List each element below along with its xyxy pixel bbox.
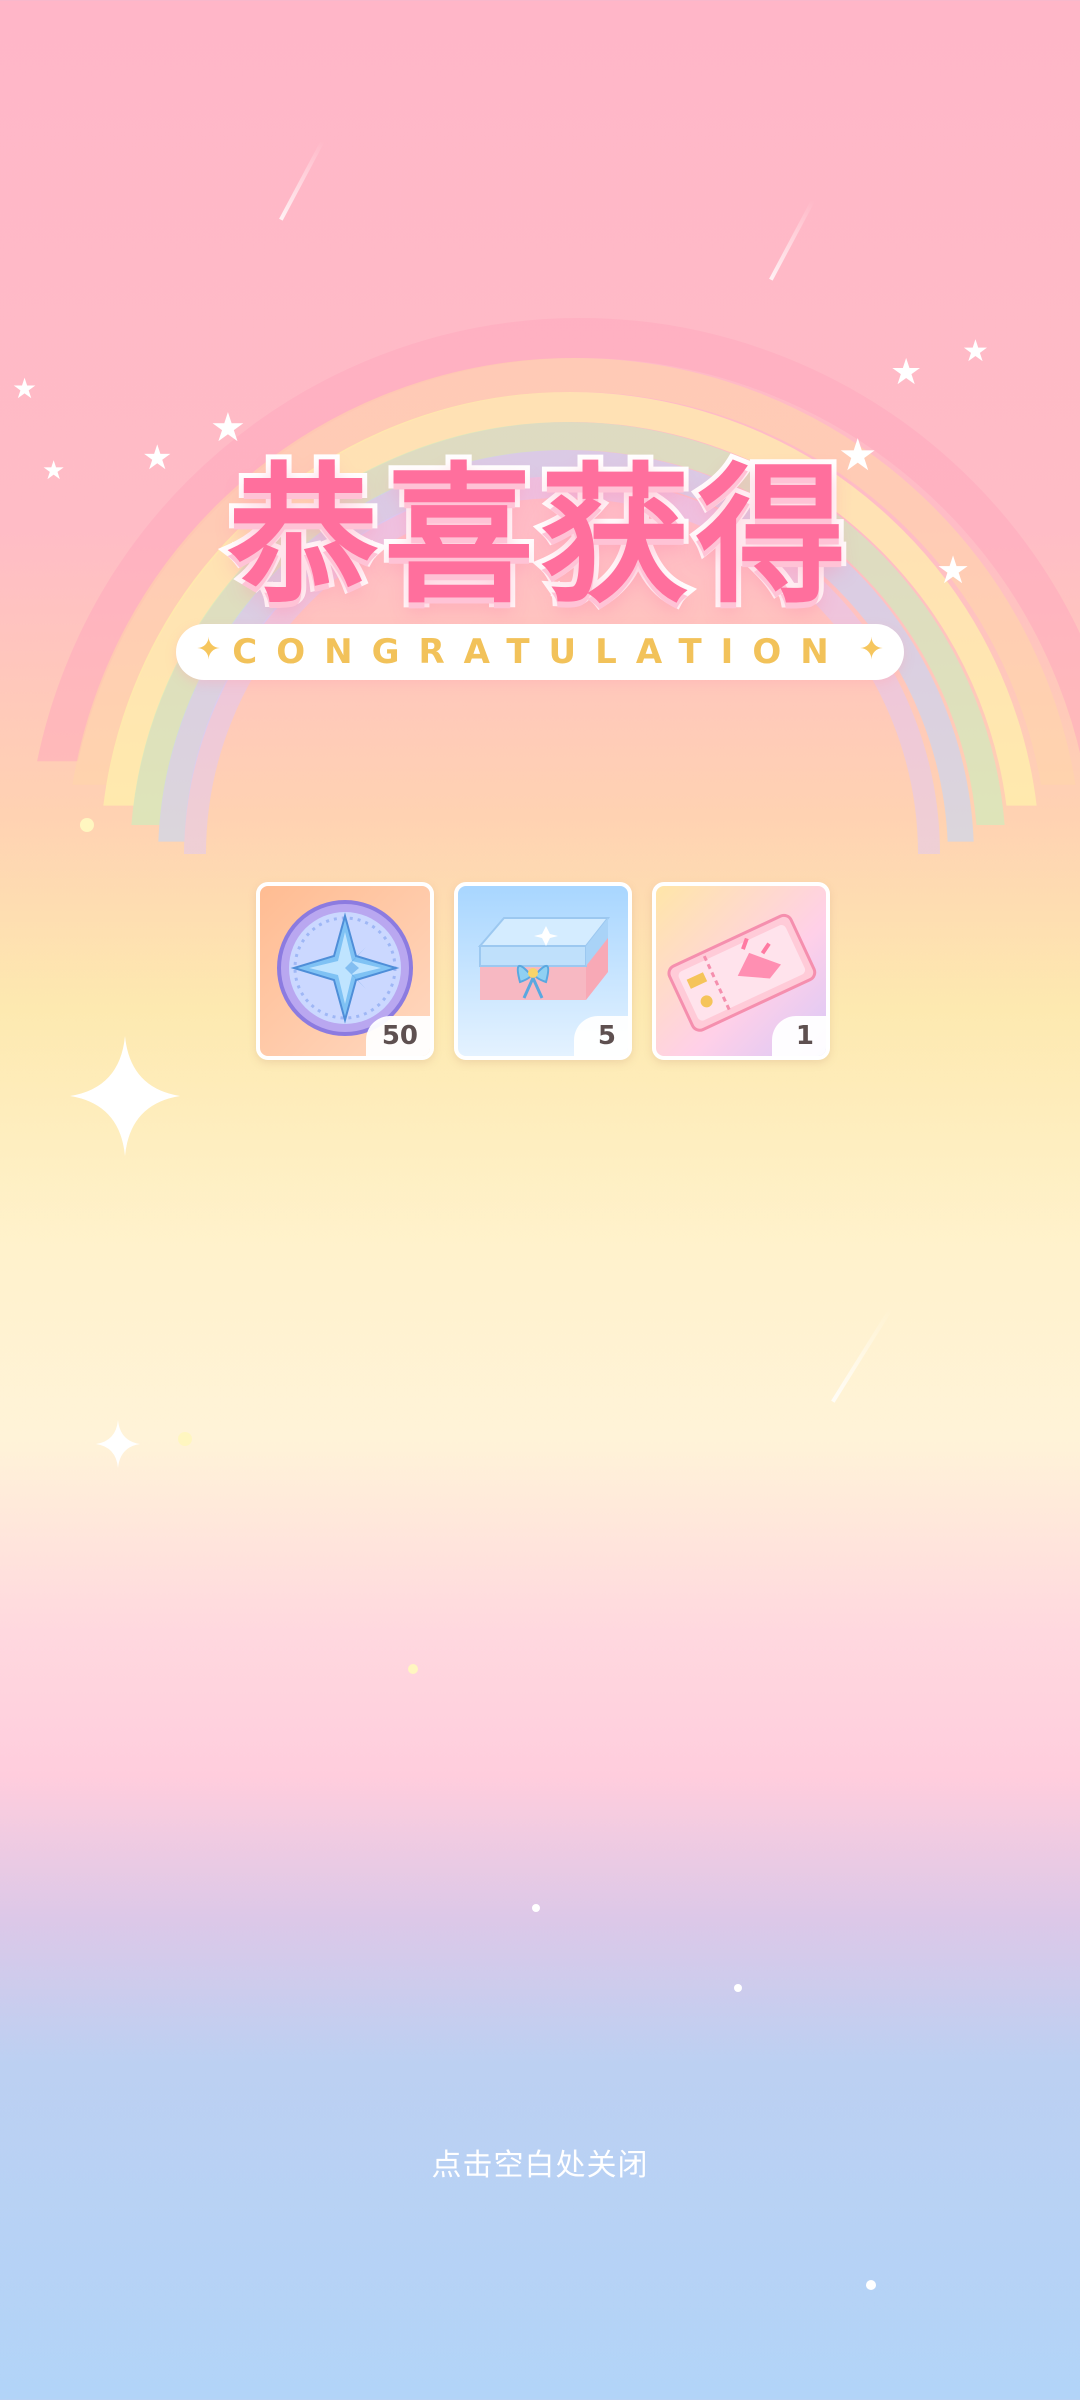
star-icon: ★: [890, 352, 923, 393]
glow-dot: [408, 1664, 418, 1674]
star-icon: ★: [12, 372, 38, 405]
page-title: 恭喜获得: [223, 445, 852, 629]
shooting-star: [831, 1307, 893, 1403]
reward-count: 50: [365, 1016, 430, 1056]
glow-dot: [178, 1432, 192, 1446]
reward-popup[interactable]: { "header": { "title": "恭喜获得", "subtitle…: [0, 0, 1080, 2400]
reward-item-gift-box[interactable]: 5: [454, 882, 632, 1060]
reward-list: 50 5 1: [256, 882, 832, 1060]
subtitle: CONGRATULATION: [232, 632, 848, 672]
glow-dot: [866, 2280, 876, 2290]
title-area: 恭喜获得: [0, 415, 1080, 632]
sparkle-icon: ✦: [196, 632, 222, 667]
glow-dot: [532, 1904, 540, 1912]
shooting-star: [279, 139, 325, 221]
reward-count: 1: [772, 1016, 826, 1056]
sparkle-icon: [70, 1036, 180, 1156]
reward-count: 5: [574, 1016, 628, 1056]
shooting-star: [769, 199, 815, 281]
glow-dot: [80, 818, 94, 832]
sparkle-icon: [96, 1420, 140, 1468]
subtitle-banner: ✦ CONGRATULATION ✦: [176, 624, 904, 680]
star-icon: ★: [962, 334, 989, 369]
close-hint[interactable]: 点击空白处关闭: [0, 2140, 1080, 2184]
reward-item-ticket[interactable]: 1: [652, 882, 830, 1060]
reward-item-compass-medal[interactable]: 50: [256, 882, 434, 1060]
sparkle-decoration: ★ ★ ★ ★ ★ ★ ★ ★: [0, 0, 1080, 2400]
glow-dot: [734, 1984, 742, 1992]
sparkle-icon: ✦: [858, 632, 884, 667]
